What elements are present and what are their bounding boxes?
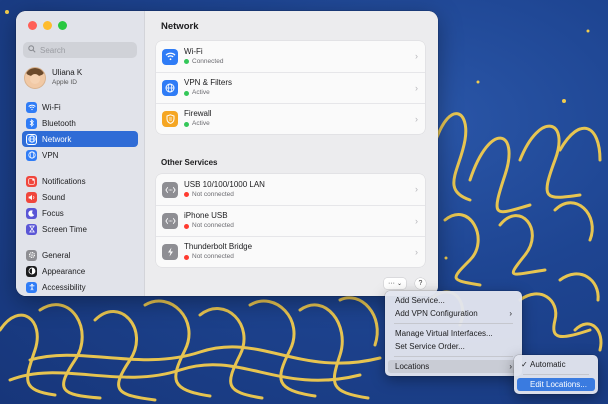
menu-item-add-vpn-configuration[interactable]: Add VPN Configuration › (388, 307, 519, 320)
search-box[interactable] (23, 42, 137, 58)
menu-separator (394, 356, 513, 357)
sidebar-item-general[interactable]: General (22, 247, 138, 263)
chevron-right-icon: › (509, 309, 512, 318)
status-dot (184, 90, 189, 96)
more-actions-menu: Add Service... Add VPN Configuration › Ma… (385, 291, 522, 376)
zoom-button[interactable] (58, 21, 67, 30)
menu-item-manage-virtual-interfaces[interactable]: Manage Virtual Interfaces... (388, 327, 519, 340)
sidebar-item-vpn[interactable]: VPN (22, 147, 138, 163)
menu-item-set-service-order[interactable]: Set Service Order... (388, 340, 519, 353)
system-settings-window: Uliana K Apple ID Wi-Fi Bluetooth Networ… (16, 11, 438, 296)
network-pane: Network Wi-Fi Connected › VPN & Filters … (145, 11, 438, 296)
ethernet-icon (162, 213, 178, 229)
sidebar-group-connectivity: Wi-Fi Bluetooth Network VPN (22, 99, 138, 163)
user-subtitle: Apple ID (52, 79, 77, 86)
chevron-right-icon: › (415, 51, 418, 61)
menu-item-add-service[interactable]: Add Service... (388, 294, 519, 307)
status-dot (184, 59, 189, 64)
speaker-icon (26, 191, 37, 203)
chevron-right-icon: › (509, 362, 512, 371)
avatar (25, 68, 45, 88)
sidebar-item-notifications[interactable]: Notifications (22, 173, 138, 189)
menu-separator (394, 323, 513, 324)
bell-icon (26, 175, 37, 187)
bluetooth-icon (26, 117, 37, 129)
sidebar-item-accessibility[interactable]: Accessibility (22, 279, 138, 295)
thunderbolt-icon (162, 244, 178, 260)
status-dot (184, 121, 189, 127)
status-dot (184, 192, 189, 197)
sidebar-item-screen-time[interactable]: Screen Time (22, 221, 138, 237)
menu-item-locations[interactable]: Locations › (388, 360, 519, 373)
checkmark-icon: ✓ (521, 360, 528, 369)
menu-separator (523, 374, 589, 375)
chevron-down-icon: ⌄ (396, 281, 403, 287)
sidebar-item-focus[interactable]: Focus (22, 205, 138, 221)
hourglass-icon (26, 223, 37, 235)
sidebar-item-appearance[interactable]: Appearance (22, 263, 138, 279)
gear-icon (26, 249, 37, 261)
user-name: Uliana K (52, 68, 83, 77)
appearance-icon (26, 265, 37, 277)
help-button[interactable]: ? (415, 278, 426, 289)
ethernet-icon (162, 181, 178, 198)
sidebar-item-bluetooth[interactable]: Bluetooth (22, 115, 138, 131)
moon-icon (26, 207, 37, 219)
service-row-firewall[interactable]: Firewall Active › (156, 103, 425, 134)
search-input[interactable] (40, 45, 130, 55)
status-dot (184, 223, 189, 229)
apple-id-account[interactable]: Uliana K Apple ID (25, 68, 82, 88)
firewall-icon (162, 111, 178, 127)
page-title: Network (161, 21, 199, 32)
chevron-right-icon: › (415, 247, 418, 257)
chevron-right-icon: › (415, 114, 418, 124)
network-services-card: Wi-Fi Connected › VPN & Filters Active ›… (156, 41, 425, 134)
service-row-thunderbolt-bridge[interactable]: Thunderbolt Bridge Not connected › (156, 236, 425, 267)
more-actions-button[interactable]: ··· ⌄ (384, 278, 406, 289)
service-row-usb-lan[interactable]: USB 10/100/1000 LAN Not connected › (156, 174, 425, 205)
sidebar-item-network[interactable]: Network (22, 131, 138, 147)
vpn-filters-icon (162, 80, 178, 96)
window-controls (28, 21, 67, 30)
sidebar-group-general: General Appearance Accessibility (22, 247, 138, 295)
service-row-wifi[interactable]: Wi-Fi Connected › (156, 41, 425, 72)
globe-icon (26, 133, 37, 145)
chevron-right-icon: › (415, 216, 418, 226)
sidebar-item-sound[interactable]: Sound (22, 189, 138, 205)
other-services-heading: Other Services (161, 158, 218, 167)
status-dot (184, 254, 189, 260)
service-row-vpn-filters[interactable]: VPN & Filters Active › (156, 72, 425, 103)
menu-item-automatic[interactable]: ✓ Automatic (517, 358, 595, 371)
wifi-icon (26, 101, 37, 113)
sidebar-group-notifications: Notifications Sound Focus Screen Time (22, 173, 138, 237)
minimize-button[interactable] (43, 21, 52, 30)
sidebar-item-wifi[interactable]: Wi-Fi (22, 99, 138, 115)
sidebar: Uliana K Apple ID Wi-Fi Bluetooth Networ… (16, 11, 145, 296)
chevron-right-icon: › (415, 83, 418, 93)
vpn-icon (26, 149, 37, 161)
service-row-iphone-usb[interactable]: iPhone USB Not connected › (156, 205, 425, 236)
other-services-card: USB 10/100/1000 LAN Not connected › iPho… (156, 174, 425, 267)
wifi-icon (162, 48, 178, 65)
search-icon (28, 45, 36, 55)
close-button[interactable] (28, 21, 37, 30)
locations-submenu: ✓ Automatic Edit Locations... (514, 355, 598, 394)
accessibility-icon (26, 281, 37, 293)
chevron-right-icon: › (415, 184, 418, 194)
menu-item-edit-locations[interactable]: Edit Locations... (517, 378, 595, 391)
